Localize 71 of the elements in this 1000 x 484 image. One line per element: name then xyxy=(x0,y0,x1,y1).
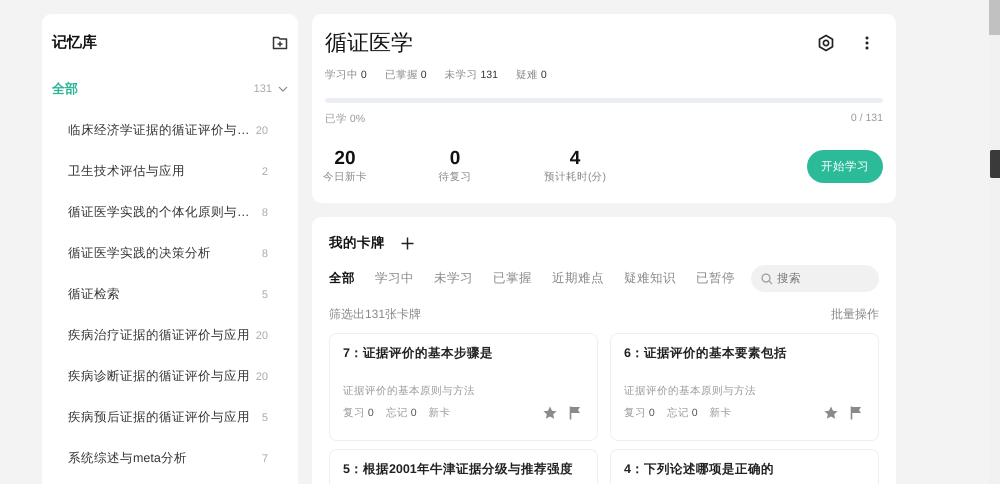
sidebar-item[interactable]: 循证检索 5 xyxy=(52,274,288,315)
filter-tab[interactable]: 已暂停 xyxy=(696,270,735,287)
item-count: 20 xyxy=(256,330,268,342)
card-status: 新卡 xyxy=(428,406,451,420)
filter-tab[interactable]: 学习中 xyxy=(375,270,414,287)
sidebar-item[interactable]: 循证医学实践的个体化原则与… 8 xyxy=(52,192,288,233)
flash-card[interactable]: 4：下列论述哪项是正确的 xyxy=(610,449,879,484)
card-status: 新卡 xyxy=(710,406,732,420)
card-title: 7：证据评价的基本步骤是 xyxy=(343,345,494,362)
item-count: 8 xyxy=(262,206,268,218)
card-topic: 证据评价的基本原则与方法 xyxy=(624,384,757,398)
item-count: 2 xyxy=(262,166,268,178)
flag-icon[interactable] xyxy=(569,406,581,420)
item-count: 131 xyxy=(254,83,272,95)
summary-label: 今日新卡 xyxy=(322,170,368,184)
review-count: 复习 0 xyxy=(343,406,374,420)
summary-value: 20 xyxy=(333,148,357,170)
progress-label: 已学 0% xyxy=(325,112,366,126)
item-count: 8 xyxy=(262,248,268,260)
stat-label: 疑难 0 xyxy=(516,68,547,82)
sidebar-item[interactable]: 疾病诊断证据的循证评价与应用 20 xyxy=(52,356,288,397)
star-icon[interactable] xyxy=(543,406,557,419)
search-field[interactable]: 搜索 xyxy=(751,265,879,292)
sidebar-item[interactable]: 疾病治疗证据的循证评价与应用 20 xyxy=(52,315,288,356)
filter-tab[interactable]: 已掌握 xyxy=(493,270,532,287)
card-title: 4：下列论述哪项是正确的 xyxy=(624,461,775,478)
sidebar-item[interactable]: 疾病预后证据的循证评价与应用 5 xyxy=(52,397,288,438)
item-count: 5 xyxy=(262,288,268,300)
flag-icon[interactable] xyxy=(850,406,862,420)
card-topic: 证据评价的基本原则与方法 xyxy=(343,384,476,398)
item-count: 7 xyxy=(262,452,268,464)
summary-value: 4 xyxy=(568,148,582,170)
filter-tab[interactable]: 疑难知识 xyxy=(624,270,676,287)
settings-icon[interactable] xyxy=(817,34,835,52)
sidebar-item[interactable]: 循证医学实践的决策分析 8 xyxy=(52,233,288,274)
new-folder-icon[interactable] xyxy=(272,34,288,50)
summary-value: 0 xyxy=(448,148,462,170)
item-count: 5 xyxy=(262,412,268,424)
chevron-icon[interactable] xyxy=(278,86,288,92)
sidebar-item[interactable]: 系统综述与meta分析 7 xyxy=(52,438,288,479)
batch-action-link[interactable]: 批量操作 xyxy=(831,306,879,323)
card-title: 6：证据评价的基本要素包括 xyxy=(624,345,788,362)
stat-label: 未学习 131 xyxy=(444,68,498,82)
flash-card[interactable]: 5：根据2001年牛津证据分级与推荐强度 xyxy=(329,449,598,484)
star-icon[interactable] xyxy=(824,406,838,419)
panel-title: 我的卡牌 xyxy=(329,234,385,252)
forget-count: 忘记 0 xyxy=(386,406,417,420)
sidebar-title: 记忆库 xyxy=(52,32,97,52)
card-title: 5：根据2001年牛津证据分级与推荐强度 xyxy=(343,461,574,478)
item-count: 20 xyxy=(256,124,268,136)
deck-title: 循证医学 xyxy=(325,29,413,57)
side-handle-icon[interactable] xyxy=(990,150,1000,178)
stat-label: 学习中 0 xyxy=(325,68,367,82)
add-icon[interactable] xyxy=(401,236,414,250)
sidebar-item[interactable]: 临床经济学证据的循证评价与… 20 xyxy=(52,110,288,151)
forget-count: 忘记 0 xyxy=(666,406,698,420)
sidebar-item[interactable]: 卫生技术评估与应用 2 xyxy=(52,151,288,192)
filter-tab[interactable]: 未学习 xyxy=(434,270,473,287)
item-count: 20 xyxy=(256,370,268,382)
filter-summary: 筛选出131张卡牌 xyxy=(329,306,422,323)
flash-card[interactable]: 6：证据评价的基本要素包括 证据评价的基本原则与方法 复习 0 忘记 0 新卡 xyxy=(610,333,879,441)
scrollbar-thumb[interactable] xyxy=(989,0,1000,35)
flash-card[interactable]: 7：证据评价的基本步骤是 证据评价的基本原则与方法 复习 0 忘记 0 新卡 xyxy=(329,333,598,441)
more-icon[interactable] xyxy=(865,36,869,50)
stat-label: 已掌握 0 xyxy=(384,68,427,82)
filter-tab[interactable]: 近期难点 xyxy=(552,270,604,287)
filter-tab[interactable]: 全部 xyxy=(329,270,355,287)
progress-reading: 0 / 131 xyxy=(850,112,883,126)
summary-label: 预计耗时(分) xyxy=(543,170,607,184)
summary-label: 待复习 xyxy=(438,170,472,184)
review-count: 复习 0 xyxy=(624,406,655,420)
